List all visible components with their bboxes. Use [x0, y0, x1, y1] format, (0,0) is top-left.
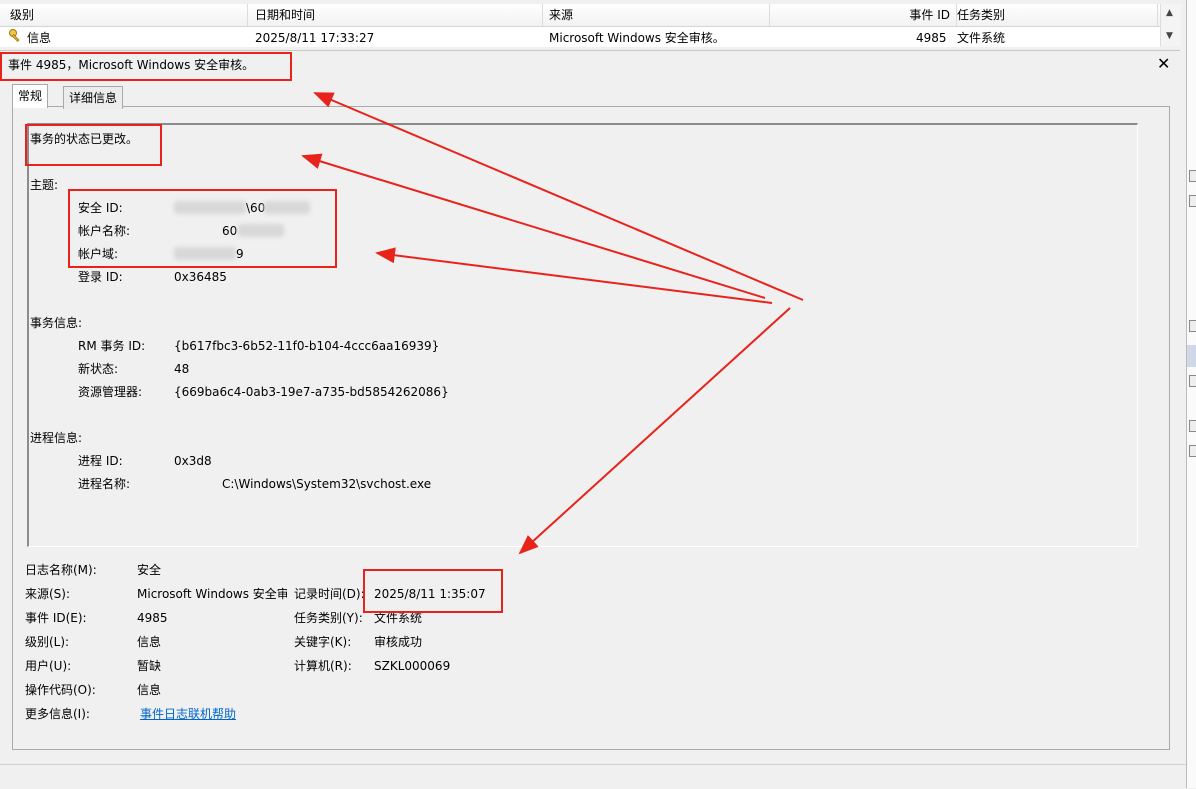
annotation-arrows — [301, 92, 804, 555]
annotation-arrow — [518, 307, 791, 555]
annotation-arrow — [301, 153, 766, 299]
annotation-arrow — [375, 247, 773, 304]
annotation-arrow — [313, 92, 804, 301]
